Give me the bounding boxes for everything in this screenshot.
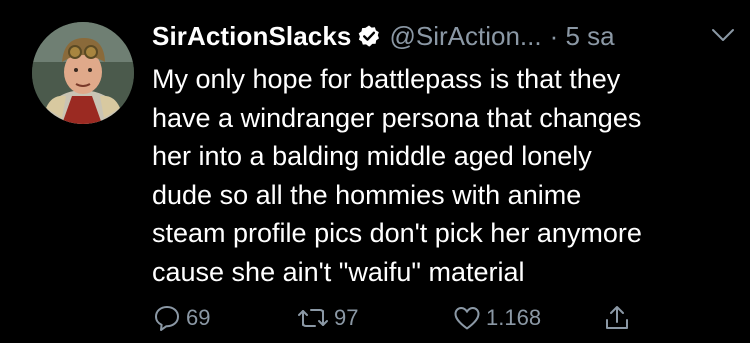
display-name[interactable]: SirActionSlacks	[152, 21, 351, 52]
like-count: 1.168	[486, 305, 542, 330]
reply-button[interactable]: 69	[152, 302, 210, 334]
timestamp[interactable]: · 5 sa	[550, 21, 615, 52]
tweet-actions: 69 97 1.168	[152, 302, 652, 334]
retweet-button[interactable]: 97	[296, 302, 358, 334]
verified-badge-icon	[357, 24, 381, 48]
tweet-content: SirActionSlacks @SirAction... · 5 sa My …	[152, 14, 732, 291]
reply-count: 69	[186, 305, 211, 330]
avatar-image	[32, 22, 134, 124]
heart-icon	[454, 307, 480, 330]
tweet[interactable]: SirActionSlacks @SirAction... · 5 sa My …	[0, 0, 750, 343]
handle[interactable]: @SirAction...	[389, 21, 541, 52]
tweet-text: My only hope for battlepass is that they…	[152, 64, 642, 287]
avatar[interactable]	[32, 22, 134, 124]
chevron-down-icon[interactable]	[710, 26, 736, 44]
share-button[interactable]	[602, 302, 636, 334]
retweet-icon	[298, 309, 328, 327]
retweet-count: 97	[334, 305, 359, 330]
share-icon	[606, 306, 628, 329]
tweet-header: SirActionSlacks @SirAction... · 5 sa	[152, 14, 732, 58]
reply-icon	[155, 306, 179, 331]
like-button[interactable]: 1.168	[452, 302, 541, 334]
